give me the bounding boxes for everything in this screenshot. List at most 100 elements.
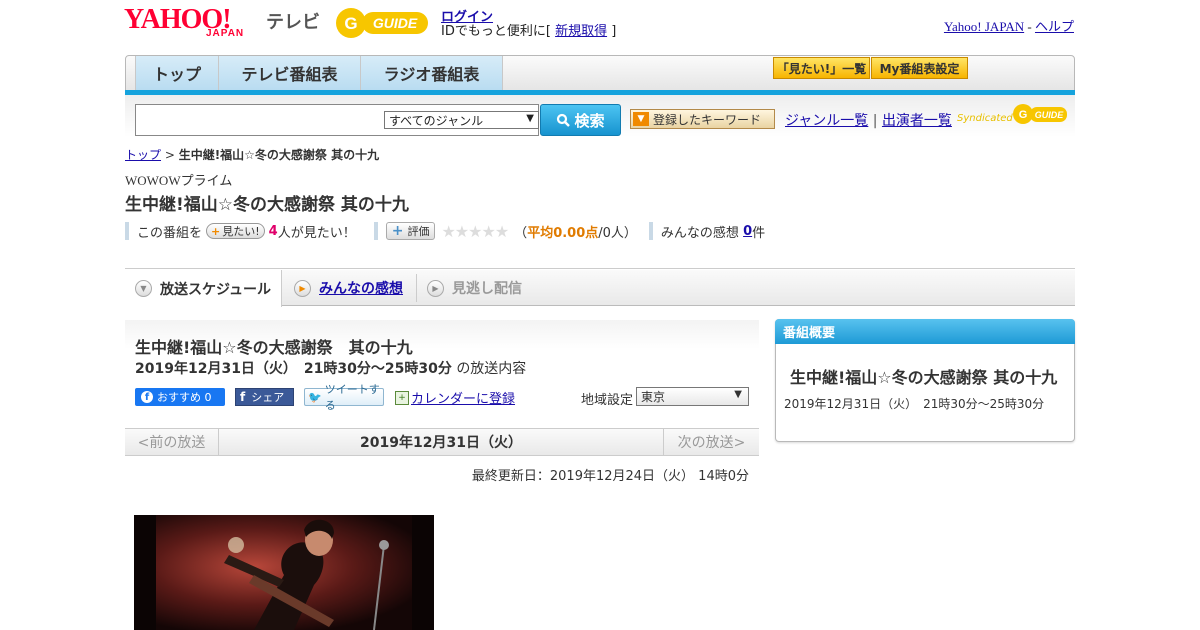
program-date-value: 2019年12月31日（火） 21時30分～25時30分 xyxy=(135,361,452,377)
service-name: テレビ xyxy=(266,12,320,33)
tweet-button[interactable]: 🐦 ツイートする xyxy=(304,383,384,412)
next-broadcast-link[interactable]: 次の放送> xyxy=(663,428,759,456)
gguide-small-logo: G GUIDE xyxy=(1013,104,1067,124)
performer-list-link[interactable]: 出演者一覧 xyxy=(882,113,952,129)
tab-tv-listings[interactable]: テレビ番組表 xyxy=(219,56,361,90)
breadcrumb-home[interactable]: トップ xyxy=(125,148,161,162)
tab-schedule[interactable]: ▼ 放送スケジュール xyxy=(125,270,282,307)
page-title: 生中継!福山☆冬の大感謝祭 其の十九 xyxy=(125,195,409,215)
reviews-unit: 件 xyxy=(752,225,766,241)
program-summary-header: 番組概要 xyxy=(775,319,1075,344)
facebook-like-button[interactable]: f おすすめ 0 xyxy=(135,388,225,406)
divider xyxy=(125,222,129,240)
region-select[interactable]: 東京 ▼ xyxy=(636,387,749,406)
svg-text:G: G xyxy=(344,14,357,33)
registered-keyword-label: 登録したキーワード xyxy=(653,112,762,127)
mitai-button-label: 見たい! xyxy=(222,225,260,238)
rating-open: （ xyxy=(514,225,528,241)
dropdown-icon: ▼ xyxy=(633,112,649,126)
star-rating: ★★★★★ xyxy=(441,221,509,241)
help-link[interactable]: ヘルプ xyxy=(1035,19,1074,34)
svg-text:GUIDE: GUIDE xyxy=(1035,110,1065,120)
tab-catchup-label: 見逃し配信 xyxy=(452,281,522,297)
mitai-button[interactable]: + 見たい! xyxy=(206,223,265,239)
mitai-suffix: 人が見たい！ xyxy=(277,225,356,241)
mitai-list-button[interactable]: 「見たい!」一覧 xyxy=(773,57,870,79)
reviews-count-link[interactable]: 0 xyxy=(743,224,752,239)
breadcrumb-separator: > xyxy=(161,148,179,162)
rating-people: /0人） xyxy=(598,225,637,241)
tab-radio-listings[interactable]: ラジオ番組表 xyxy=(361,56,503,90)
facebook-icon: f xyxy=(240,390,246,404)
tweet-label: ツイートする xyxy=(324,383,380,412)
chevron-right-icon: ▶ xyxy=(294,279,311,297)
region-select-value: 東京 xyxy=(641,390,666,404)
calendar-register[interactable]: + カレンダーに登録 xyxy=(395,388,515,407)
syndicated-label: Syndicated xyxy=(957,113,1013,124)
login-sub: IDでもっと便利に[ 新規取得 ] xyxy=(441,20,616,39)
login-sub-prefix: IDでもっと便利に[ xyxy=(441,24,551,39)
mitai-count: 4 xyxy=(268,223,278,239)
channel-name: WOWOWプライム xyxy=(125,173,233,188)
reviews-label: みんなの感想 xyxy=(660,225,739,241)
program-summary-date: 2019年12月31日（火） 21時30分～25時30分 xyxy=(784,397,1045,411)
this-program-label: この番組を xyxy=(137,225,203,241)
tab-schedule-label: 放送スケジュール xyxy=(160,281,272,298)
genre-links: ジャンル一覧 | 出演者一覧 xyxy=(785,110,952,130)
yahoo-logo-japan: JAPAN xyxy=(206,28,245,39)
login-sub-suffix: ] xyxy=(611,24,617,39)
chevron-down-icon: ▼ xyxy=(734,389,742,400)
program-date-suffix: の放送内容 xyxy=(456,361,527,377)
tab-reviews-label[interactable]: みんなの感想 xyxy=(319,278,403,298)
program-date: 2019年12月31日（火） 21時30分～25時30分 の放送内容 xyxy=(135,358,526,378)
last-updated: 最終更新日：2019年12月24日（火） 14時0分 xyxy=(471,469,749,484)
my-listings-button[interactable]: My番組表設定 xyxy=(871,57,968,79)
breadcrumb: トップ > 生中継!福山☆冬の大感謝祭 其の十九 xyxy=(125,146,379,163)
pager-date: 2019年12月31日（火） xyxy=(360,435,522,451)
program-photo xyxy=(134,515,434,630)
previous-broadcast-link[interactable]: <前の放送 xyxy=(125,428,219,456)
divider xyxy=(373,222,378,240)
plus-icon: + xyxy=(211,224,221,238)
facebook-share-label: シェア xyxy=(251,391,285,404)
chevron-down-icon: ▼ xyxy=(526,113,534,124)
program-title: 生中継!福山☆冬の大感謝祭 其の十九 xyxy=(135,338,413,357)
breadcrumb-current: 生中継!福山☆冬の大感謝祭 其の十九 xyxy=(178,148,380,162)
svg-text:G: G xyxy=(1019,109,1028,121)
plus-icon: + xyxy=(391,223,404,239)
svg-text:GUIDE: GUIDE xyxy=(373,15,418,31)
genre-select[interactable]: すべてのジャンル ▼ xyxy=(384,111,539,129)
genre-list-link[interactable]: ジャンル一覧 xyxy=(785,113,868,129)
program-summary-title: 生中継!福山☆冬の大感謝祭 其の十九 xyxy=(790,368,1058,387)
facebook-icon: f xyxy=(141,391,153,403)
genre-select-value: すべてのジャンル xyxy=(389,113,484,128)
gguide-logo: G GUIDE xyxy=(336,8,428,38)
tabs-top-line xyxy=(125,268,1075,269)
tab-reviews[interactable]: ▶ みんなの感想 xyxy=(294,270,414,306)
signup-link[interactable]: 新規取得 xyxy=(555,24,607,39)
twitter-icon: 🐦 xyxy=(308,390,322,404)
chevron-down-icon: ▼ xyxy=(135,280,152,297)
top-links: Yahoo! JAPAN - ヘルプ xyxy=(944,16,1074,35)
top-links-separator: - xyxy=(1024,19,1035,34)
genre-links-separator: | xyxy=(868,113,882,129)
rate-button-label: 評価 xyxy=(407,225,430,238)
divider xyxy=(648,222,653,240)
facebook-like-label: おすすめ 0 xyxy=(157,391,212,404)
registered-keyword-button[interactable]: ▼ 登録したキーワード xyxy=(630,109,775,129)
search-button[interactable]: 検索 xyxy=(540,104,621,136)
program-stats: この番組を + 見たい! 4 人が見たい！ + 評価 ★★★★★ （平均0.00点/0… xyxy=(125,221,765,241)
chevron-right-icon: ▶ xyxy=(427,279,444,297)
calendar-icon: + xyxy=(395,390,409,405)
search-icon xyxy=(557,113,571,127)
tab-divider xyxy=(416,274,417,302)
rate-button[interactable]: + 評価 xyxy=(385,222,436,240)
search-button-label: 検索 xyxy=(574,111,605,130)
tab-catchup: ▶ 見逃し配信 xyxy=(427,270,537,306)
region-label: 地域設定 xyxy=(581,393,634,408)
calendar-link[interactable]: カレンダーに登録 xyxy=(411,388,515,407)
facebook-share-button[interactable]: f シェア xyxy=(235,388,294,406)
rating-average: 平均0.00点 xyxy=(527,225,599,241)
yahoo-japan-link[interactable]: Yahoo! JAPAN xyxy=(944,19,1024,34)
tab-top[interactable]: トップ xyxy=(135,56,219,90)
